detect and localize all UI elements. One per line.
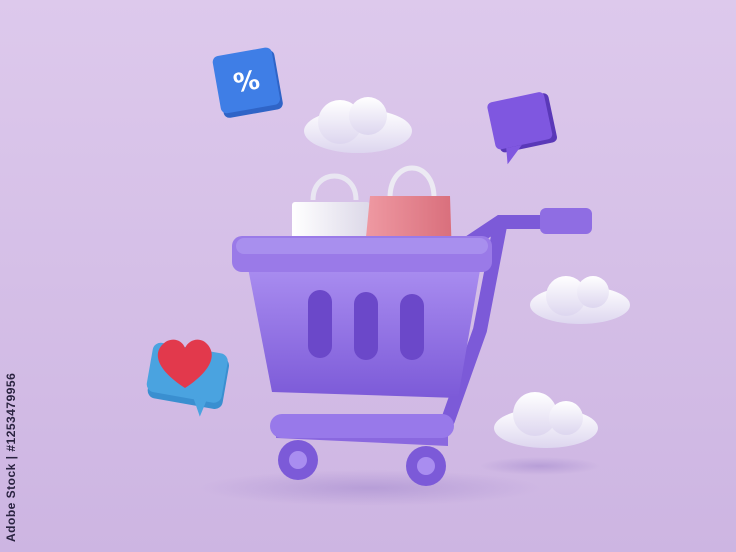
stock-image-id: Adobe Stock | #1253479956 xyxy=(4,372,18,542)
illustration-canvas: % xyxy=(0,0,736,552)
percent-icon: % xyxy=(212,47,283,118)
cart-shadow xyxy=(200,470,540,506)
cloud-shadow xyxy=(480,457,600,475)
cart-wheel xyxy=(406,446,446,486)
product-illustration: % Adobe Stock | #1253479956 xyxy=(0,0,736,552)
cart-wheel xyxy=(278,440,318,480)
percent-symbol: % xyxy=(231,65,262,99)
